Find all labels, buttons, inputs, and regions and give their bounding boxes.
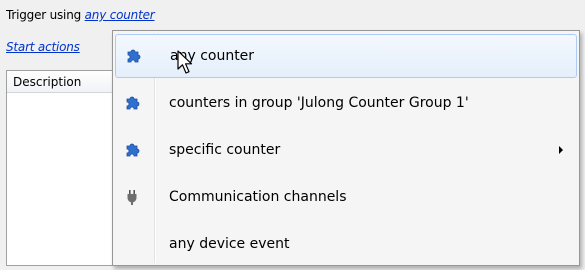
plug-icon <box>124 189 140 205</box>
trigger-row: Trigger using any counter <box>6 8 155 22</box>
puzzle-piece-icon <box>125 48 141 64</box>
puzzle-piece-icon <box>124 95 140 111</box>
puzzle-piece-icon <box>124 142 140 158</box>
column-header-description[interactable]: Description <box>7 71 117 93</box>
start-row: Start actions <box>6 40 80 54</box>
trigger-prefix: Trigger using <box>6 8 82 22</box>
menu-item-label: Communication channels <box>169 189 347 205</box>
mouse-pointer-icon <box>177 50 197 76</box>
menu-item-label: counters in group 'Julong Counter Group … <box>169 95 469 111</box>
menu-item-counters-in-group[interactable]: counters in group 'Julong Counter Group … <box>115 81 577 125</box>
menu-item-label: specific counter <box>169 142 281 158</box>
submenu-arrow-icon <box>559 146 563 154</box>
menu-item-any-device-event[interactable]: any device event <box>115 222 577 266</box>
start-actions-link[interactable]: Start actions <box>6 40 80 54</box>
menu-item-label: any device event <box>169 236 290 252</box>
menu-item-specific-counter[interactable]: specific counter <box>115 128 577 172</box>
menu-item-communication-channels[interactable]: Communication channels <box>115 175 577 219</box>
trigger-source-link[interactable]: any counter <box>85 8 155 22</box>
